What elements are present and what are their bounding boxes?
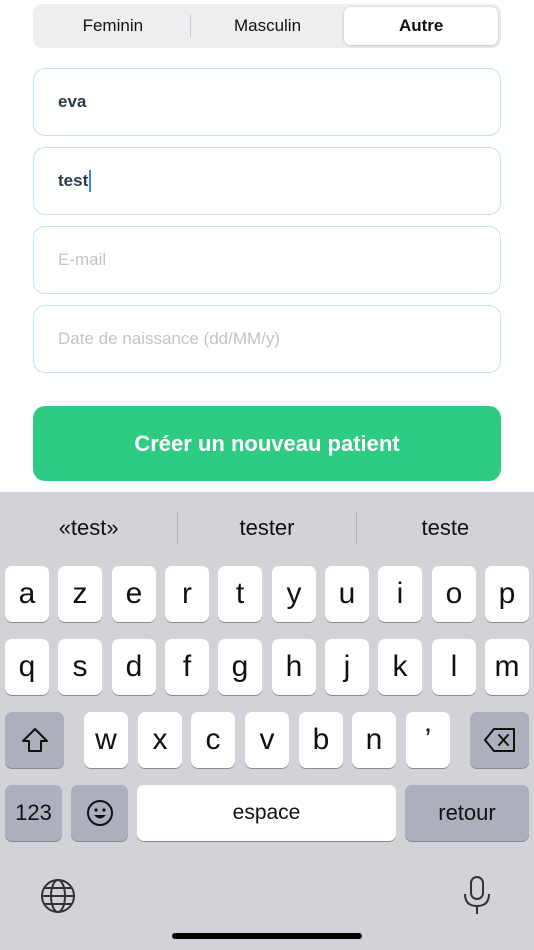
key-w[interactable]: w bbox=[84, 712, 128, 768]
key-l[interactable]: l bbox=[432, 639, 476, 695]
key-z[interactable]: z bbox=[58, 566, 102, 622]
birthdate-input[interactable] bbox=[58, 329, 500, 349]
backspace-icon bbox=[483, 728, 515, 752]
key-e[interactable]: e bbox=[112, 566, 156, 622]
key-j[interactable]: j bbox=[325, 639, 369, 695]
key-u[interactable]: u bbox=[325, 566, 369, 622]
segment-feminin[interactable]: Feminin bbox=[36, 7, 190, 45]
email-input[interactable] bbox=[58, 250, 500, 270]
key-h[interactable]: h bbox=[272, 639, 316, 695]
birthdate-field[interactable] bbox=[33, 305, 501, 373]
key-c[interactable]: c bbox=[191, 712, 235, 768]
globe-button[interactable] bbox=[38, 876, 78, 916]
key-o[interactable]: o bbox=[432, 566, 476, 622]
key-a[interactable]: a bbox=[5, 566, 49, 622]
last-name-value: test bbox=[58, 171, 89, 190]
backspace-key[interactable] bbox=[470, 712, 529, 768]
key-k[interactable]: k bbox=[378, 639, 422, 695]
microphone-icon bbox=[464, 876, 490, 914]
emoji-icon bbox=[86, 800, 113, 826]
key-f[interactable]: f bbox=[165, 639, 209, 695]
email-field[interactable] bbox=[33, 226, 501, 294]
key-y[interactable]: y bbox=[272, 566, 316, 622]
suggestion-3[interactable]: teste bbox=[357, 515, 534, 541]
text-cursor bbox=[89, 170, 92, 192]
create-patient-button[interactable]: Créer un nouveau patient bbox=[33, 406, 501, 481]
key-p[interactable]: p bbox=[485, 566, 529, 622]
suggestion-2[interactable]: tester bbox=[178, 515, 355, 541]
space-key[interactable]: espace bbox=[137, 785, 396, 841]
key-g[interactable]: g bbox=[218, 639, 262, 695]
key-t[interactable]: t bbox=[218, 566, 262, 622]
key-i[interactable]: i bbox=[378, 566, 422, 622]
numbers-key[interactable]: 123 bbox=[5, 785, 62, 841]
shift-key[interactable] bbox=[5, 712, 64, 768]
key-d[interactable]: d bbox=[112, 639, 156, 695]
segment-autre[interactable]: Autre bbox=[344, 7, 499, 45]
gender-segmented-control: Feminin Masculin Autre bbox=[33, 4, 501, 48]
emoji-key[interactable] bbox=[71, 785, 128, 841]
key-b[interactable]: b bbox=[299, 712, 343, 768]
last-name-value-wrap: test bbox=[58, 170, 92, 192]
key-m[interactable]: m bbox=[485, 639, 529, 695]
suggestion-bar: «test» tester teste bbox=[0, 492, 534, 564]
segment-masculin[interactable]: Masculin bbox=[191, 7, 345, 45]
key-q[interactable]: q bbox=[5, 639, 49, 695]
key-n[interactable]: n bbox=[352, 712, 396, 768]
return-key[interactable]: retour bbox=[405, 785, 529, 841]
key-v[interactable]: v bbox=[245, 712, 289, 768]
first-name-value: eva bbox=[58, 92, 87, 111]
key-r[interactable]: r bbox=[165, 566, 209, 622]
key-x[interactable]: x bbox=[138, 712, 182, 768]
globe-icon bbox=[41, 879, 75, 913]
microphone-button[interactable] bbox=[460, 874, 494, 918]
keyboard: «test» tester teste a z e r t y u i o p … bbox=[0, 492, 534, 950]
key-s[interactable]: s bbox=[58, 639, 102, 695]
first-name-field[interactable]: eva bbox=[33, 68, 501, 136]
key-apostrophe[interactable]: ’ bbox=[406, 712, 450, 768]
home-indicator bbox=[172, 933, 362, 939]
shift-icon bbox=[21, 728, 48, 752]
last-name-field[interactable]: test bbox=[33, 147, 501, 215]
suggestion-1[interactable]: «test» bbox=[0, 515, 177, 541]
